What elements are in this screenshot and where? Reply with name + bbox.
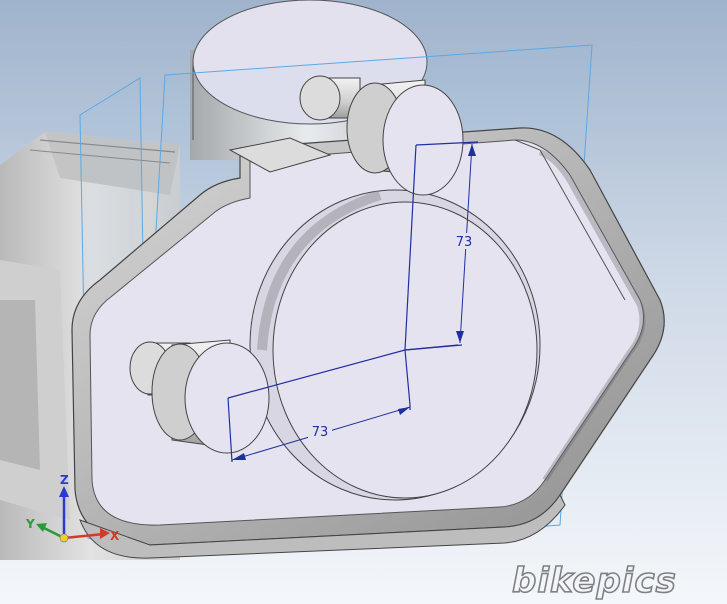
part-model-view[interactable]: 73 73 Z Y X bikepics [0, 0, 727, 604]
cad-viewport[interactable]: 73 73 Z Y X bikepics [0, 0, 727, 604]
origin-point [59, 533, 69, 543]
y-axis-label: Y [25, 517, 35, 531]
dimension-vertical-value[interactable]: 73 [456, 235, 473, 250]
piston-bore[interactable] [249, 189, 541, 501]
bikepics-watermark: bikepics [512, 561, 677, 601]
z-axis-label: Z [60, 473, 69, 487]
x-axis-label: X [110, 529, 120, 543]
dimension-horizontal-value[interactable]: 73 [312, 425, 329, 440]
